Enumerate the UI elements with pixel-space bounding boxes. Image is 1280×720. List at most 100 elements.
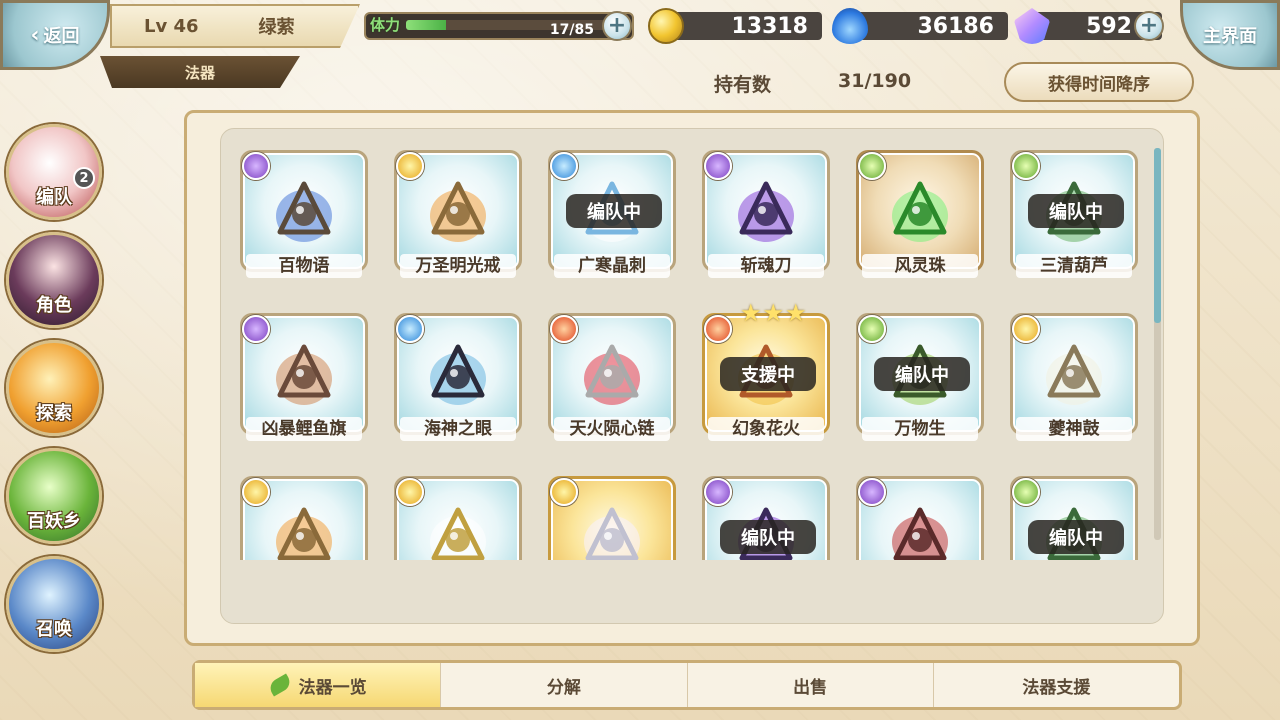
sort-button[interactable]: 获得时间降序 bbox=[1004, 62, 1194, 102]
stamina-value: 17/85 bbox=[549, 22, 594, 38]
sidebar-item-label: 探索 bbox=[36, 403, 72, 424]
item-name: 海神之眼 bbox=[400, 417, 516, 441]
section-title: 法器 bbox=[100, 56, 300, 88]
holdings-value: 31/190 bbox=[838, 70, 912, 92]
dark-element-icon bbox=[242, 315, 270, 343]
add-crystal-button[interactable]: + bbox=[1134, 11, 1164, 41]
item-card[interactable]: 万物生 编队中 bbox=[856, 313, 984, 443]
carp-flag-icon bbox=[276, 344, 332, 405]
item-card[interactable]: ★★★ 幻象花火 支援中 bbox=[702, 299, 830, 443]
sidebar-item-explore[interactable]: 探索 bbox=[6, 340, 102, 436]
fire-element-icon bbox=[704, 315, 732, 343]
water-element-icon bbox=[396, 315, 424, 343]
item-name: 万物生 bbox=[862, 417, 978, 441]
tab-label: 法器支援 bbox=[1022, 677, 1091, 698]
item-card[interactable]: 三清葫芦 编队中 bbox=[1010, 150, 1138, 280]
item-status-badge: 编队中 bbox=[1028, 520, 1124, 554]
item-list-scrollbar[interactable] bbox=[1154, 148, 1161, 540]
stamina-bar: 体力 17/85 bbox=[364, 12, 634, 40]
player-name: 绿萦 bbox=[258, 17, 295, 38]
back-label: 返回 bbox=[43, 26, 80, 47]
item-card[interactable] bbox=[548, 476, 676, 560]
add-stamina-button[interactable]: + bbox=[602, 11, 632, 41]
item-card[interactable]: 风灵珠 bbox=[856, 150, 984, 280]
plus-icon: + bbox=[607, 13, 627, 38]
item-card[interactable]: 万圣明光戒 bbox=[394, 150, 522, 280]
item-card[interactable]: 凶暴鲤鱼旗 bbox=[240, 313, 368, 443]
gold-coin-icon bbox=[648, 8, 684, 44]
sun-mirror-icon bbox=[430, 507, 486, 560]
sidebar-item-label: 百妖乡 bbox=[27, 511, 81, 532]
fire-element-icon bbox=[550, 315, 578, 343]
item-card[interactable] bbox=[856, 476, 984, 560]
plus-icon: + bbox=[1139, 13, 1159, 38]
wind-element-icon bbox=[1012, 152, 1040, 180]
item-name: 天火陨心链 bbox=[554, 417, 670, 441]
eye-icon bbox=[430, 344, 486, 405]
tab-sell[interactable]: 出售 bbox=[688, 663, 934, 707]
tab-label: 分解 bbox=[546, 677, 581, 698]
dark-element-icon bbox=[858, 478, 886, 506]
sidebar-item-label: 编队 bbox=[36, 187, 72, 208]
boot-icon bbox=[892, 507, 948, 560]
chain-icon bbox=[584, 344, 640, 405]
ring-icon bbox=[430, 181, 486, 242]
item-card[interactable]: 编队中 bbox=[1010, 476, 1138, 560]
item-name: 三清葫芦 bbox=[1016, 254, 1132, 278]
wind-element-icon bbox=[1012, 478, 1040, 506]
item-name: 广寒晶刺 bbox=[554, 254, 670, 278]
tab-decompose[interactable]: 分解 bbox=[441, 663, 688, 707]
item-name: 斩魂刀 bbox=[708, 254, 824, 278]
item-card[interactable]: 编队中 bbox=[702, 476, 830, 560]
item-card[interactable]: 百物语 bbox=[240, 150, 368, 280]
item-card[interactable] bbox=[394, 476, 522, 560]
sidebar-item-label: 召唤 bbox=[36, 619, 72, 640]
water-element-icon bbox=[550, 152, 578, 180]
soul-flame-icon bbox=[832, 8, 868, 44]
light-element-icon bbox=[396, 152, 424, 180]
item-card[interactable] bbox=[240, 476, 368, 560]
item-card[interactable]: 海神之眼 bbox=[394, 313, 522, 443]
sidebar-item-character[interactable]: 角色 bbox=[6, 232, 102, 328]
sidebar-item-summon[interactable]: 召唤 bbox=[6, 556, 102, 652]
sidebar: 2 编队 角色 探索 百妖乡 召唤 bbox=[0, 90, 120, 720]
item-status-badge: 编队中 bbox=[566, 194, 662, 228]
light-element-icon bbox=[550, 478, 578, 506]
item-name: 万圣明光戒 bbox=[400, 254, 516, 278]
orb-icon bbox=[892, 181, 948, 242]
candle-icon bbox=[276, 181, 332, 242]
sidebar-item-village[interactable]: 百妖乡 bbox=[6, 448, 102, 544]
light-element-icon bbox=[242, 478, 270, 506]
item-card[interactable]: 广寒晶刺 编队中 bbox=[548, 150, 676, 280]
stamina-fill bbox=[406, 20, 446, 30]
ring-icon bbox=[276, 507, 332, 560]
tab-item-list[interactable]: 法器一览 bbox=[195, 663, 442, 707]
scroll-thumb[interactable] bbox=[1154, 148, 1161, 323]
item-name: 幻象花火 bbox=[708, 417, 824, 441]
light-element-icon bbox=[396, 478, 424, 506]
drum-icon bbox=[1046, 344, 1102, 405]
sidebar-item-team[interactable]: 2 编队 bbox=[6, 124, 102, 220]
player-level: Lv 46 bbox=[144, 15, 199, 37]
item-grid: 百物语 万圣明光戒 广寒晶刺 编队中 斩魂刀 风灵珠 三清葫芦 编队中 凶暴鲤鱼旗 海神之眼 天火陨… bbox=[236, 146, 1148, 560]
wind-element-icon bbox=[858, 315, 886, 343]
light-element-icon bbox=[1012, 315, 1040, 343]
tab-item-support[interactable]: 法器支援 bbox=[934, 663, 1179, 707]
item-status-badge: 支援中 bbox=[720, 357, 816, 391]
sidebar-item-label: 角色 bbox=[36, 295, 72, 316]
section-title-text: 法器 bbox=[184, 63, 215, 82]
blade-icon bbox=[738, 181, 794, 242]
item-name: 夔神鼓 bbox=[1016, 417, 1132, 441]
item-status-badge: 编队中 bbox=[720, 520, 816, 554]
pendant-icon bbox=[584, 507, 640, 560]
item-card[interactable]: 夔神鼓 bbox=[1010, 313, 1138, 443]
item-card[interactable]: 斩魂刀 bbox=[702, 150, 830, 280]
gold-value: 13318 bbox=[731, 13, 808, 39]
item-card[interactable]: 天火陨心链 bbox=[548, 313, 676, 443]
main-menu-label: 主界面 bbox=[1203, 26, 1257, 47]
crystal-value: 592 bbox=[1086, 13, 1132, 39]
dark-element-icon bbox=[704, 478, 732, 506]
holdings-label: 持有数 bbox=[714, 74, 772, 96]
wind-element-icon bbox=[858, 152, 886, 180]
item-name: 凶暴鲤鱼旗 bbox=[246, 417, 362, 441]
